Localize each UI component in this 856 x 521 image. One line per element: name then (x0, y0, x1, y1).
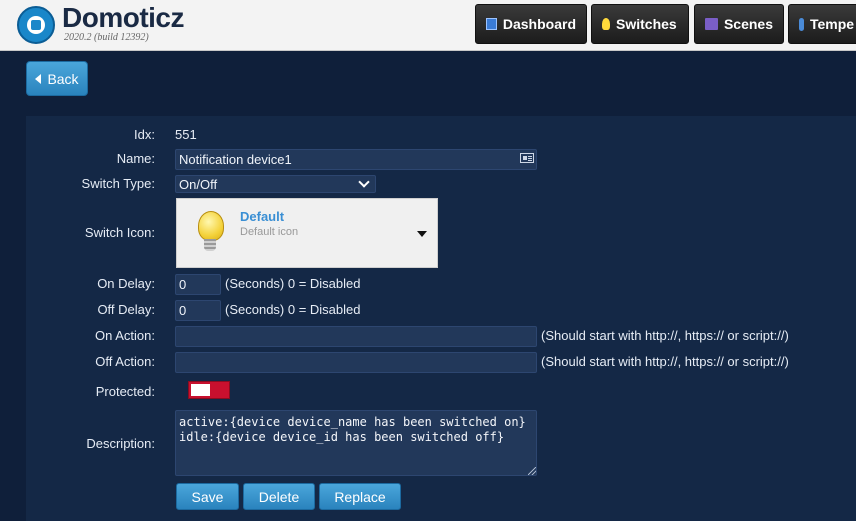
protected-toggle[interactable] (188, 381, 230, 399)
name-input[interactable]: Notification device1 (175, 149, 537, 170)
thermometer-icon (799, 17, 804, 31)
on-delay-label: On Delay: (97, 276, 155, 291)
app-version: 2020.2 (build 12392) (64, 32, 149, 43)
nav-switches-button[interactable]: Switches (591, 4, 689, 44)
off-delay-input[interactable]: 0 (175, 300, 221, 321)
switch-icon-dropdown[interactable]: Default Default icon (176, 198, 438, 268)
off-delay-hint: (Seconds) 0 = Disabled (225, 302, 361, 317)
switch-type-select[interactable]: On/Off (175, 175, 376, 193)
description-label: Description: (86, 436, 155, 451)
idx-value: 551 (175, 127, 197, 142)
off-action-hint: (Should start with http://, https:// or … (541, 354, 789, 369)
nav-scenes-label: Scenes (723, 16, 773, 32)
app-title: Domoticz (62, 2, 185, 33)
resize-handle-icon[interactable] (528, 467, 536, 475)
idx-label: Idx: (134, 127, 155, 142)
icon-name: Default (240, 209, 285, 224)
off-action-label: Off Action: (95, 354, 155, 369)
nav-temperature-button[interactable]: Tempe (788, 4, 856, 44)
on-delay-input[interactable]: 0 (175, 274, 221, 295)
back-button[interactable]: Back (26, 61, 88, 96)
toggle-knob (191, 384, 210, 396)
on-action-hint: (Should start with http://, https:// or … (541, 328, 789, 343)
switch-type-value: On/Off (179, 176, 218, 192)
nav-switches-label: Switches (616, 16, 677, 32)
on-action-label: On Action: (95, 328, 155, 343)
icon-description: Default icon (240, 226, 299, 238)
contact-card-icon (520, 153, 534, 163)
on-delay-hint: (Seconds) 0 = Disabled (225, 276, 361, 291)
chevron-down-icon (358, 176, 370, 188)
name-label: Name: (116, 151, 155, 166)
bulb-base-icon (204, 239, 216, 251)
nav-scenes-button[interactable]: Scenes (694, 4, 784, 44)
delete-button[interactable]: Delete (243, 483, 315, 510)
dashboard-icon (486, 18, 497, 30)
off-action-input[interactable] (175, 352, 537, 373)
description-textarea[interactable]: active:{device device_name has been swit… (175, 410, 537, 476)
dropdown-arrow-icon (417, 231, 427, 237)
top-header: Domoticz 2020.2 (build 12392) Dashboard … (0, 0, 856, 51)
back-label: Back (47, 70, 79, 87)
on-action-input[interactable] (175, 326, 537, 347)
lightbulb-icon (198, 211, 224, 241)
switch-type-label: Switch Type: (81, 176, 155, 191)
lightbulb-icon (602, 18, 610, 30)
off-delay-label: Off Delay: (97, 302, 155, 317)
replace-button[interactable]: Replace (319, 483, 401, 510)
back-arrow-icon (35, 73, 42, 84)
domoticz-logo-icon (17, 6, 55, 44)
switch-icon-label: Switch Icon: (84, 225, 155, 240)
save-button[interactable]: Save (176, 483, 239, 510)
protected-label: Protected: (95, 384, 155, 399)
nav-dashboard-label: Dashboard (502, 16, 576, 32)
nav-temperature-label: Tempe (810, 16, 855, 32)
scenes-icon (705, 18, 718, 30)
nav-dashboard-button[interactable]: Dashboard (475, 4, 587, 44)
